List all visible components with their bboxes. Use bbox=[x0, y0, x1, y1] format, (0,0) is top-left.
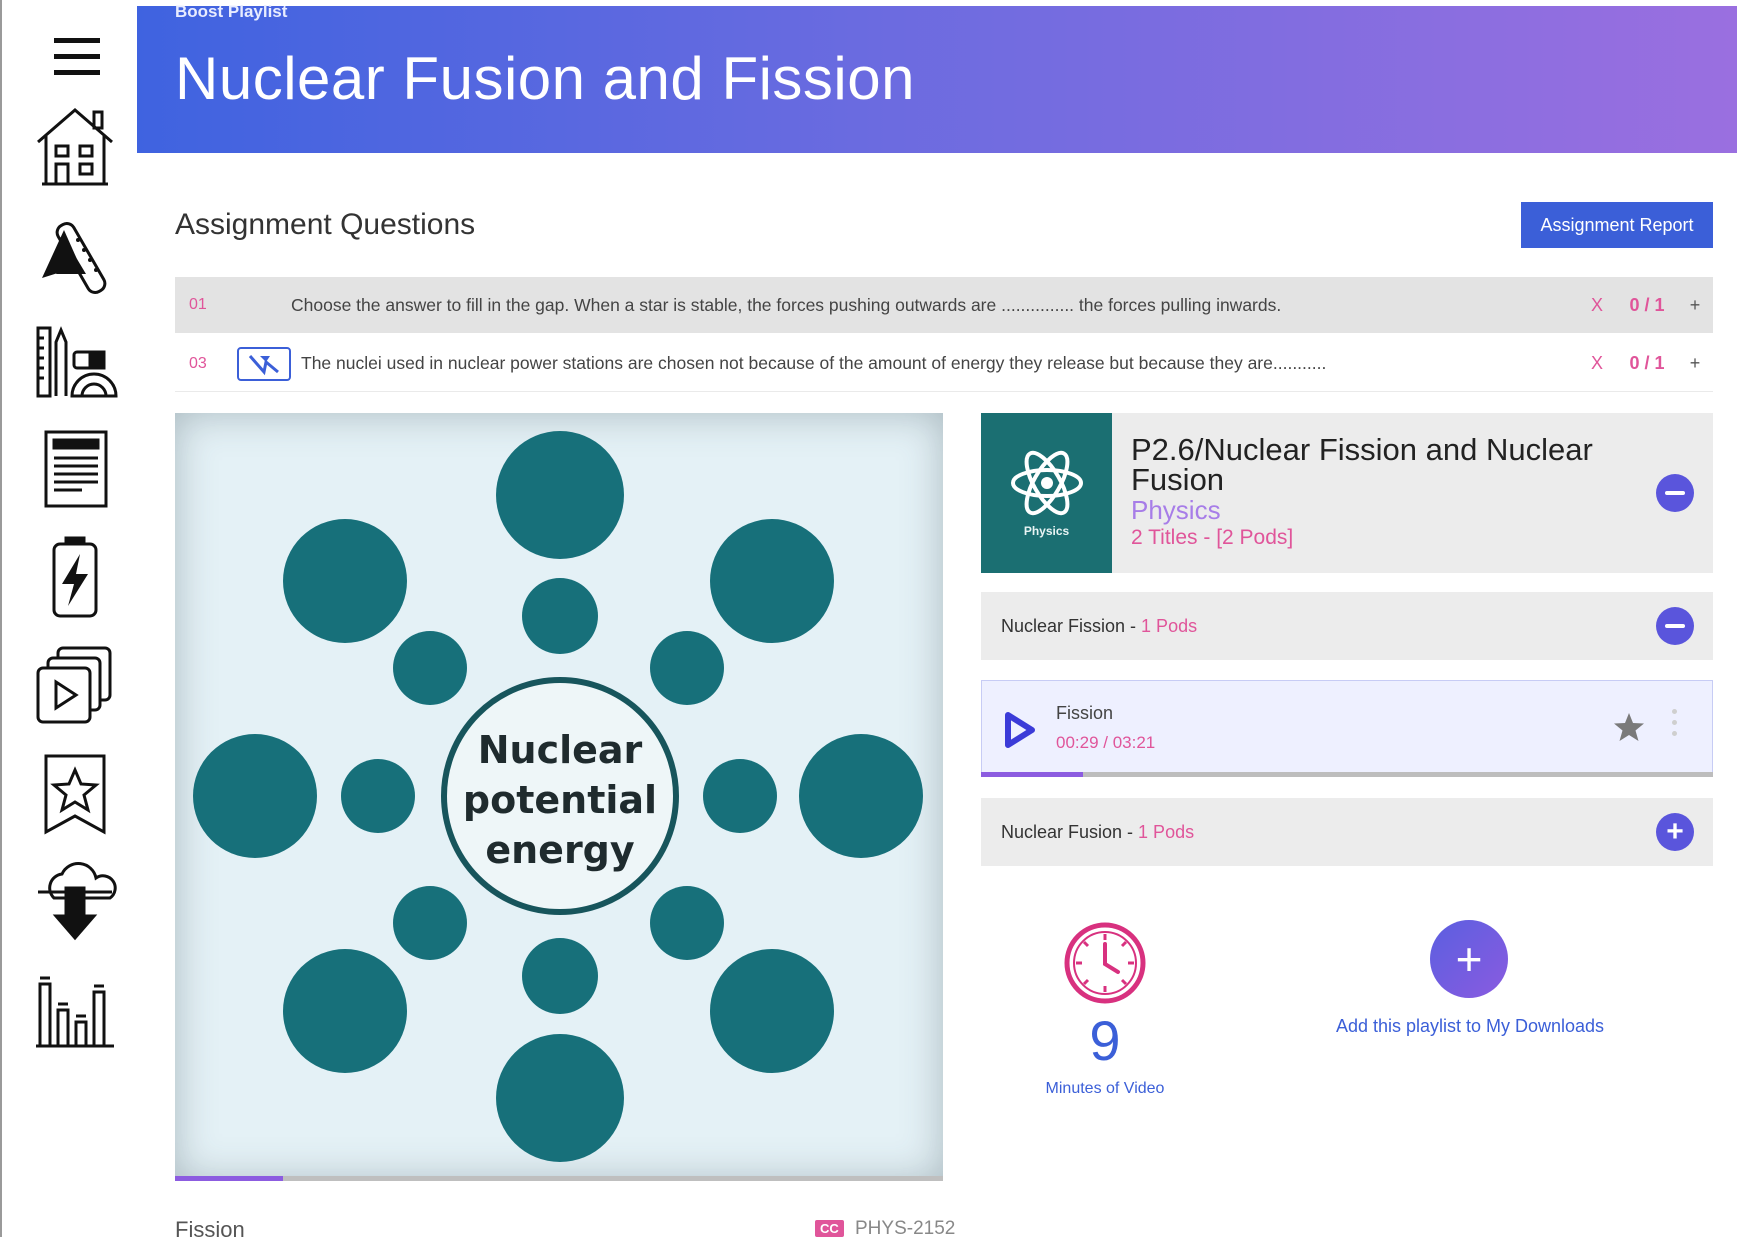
playlist-subject[interactable]: Physics bbox=[1131, 495, 1221, 526]
section-pods: 1 Pods bbox=[1141, 615, 1198, 636]
question-text: The nuclei used in nuclear power station… bbox=[301, 353, 1327, 373]
sidebar-item-stats[interactable] bbox=[30, 964, 120, 1054]
sidebar-item-downloads[interactable] bbox=[30, 856, 120, 946]
minus-icon bbox=[1665, 624, 1685, 628]
sidebar-item-subjects[interactable] bbox=[30, 208, 120, 298]
tools-icon bbox=[36, 326, 118, 398]
assignment-report-button[interactable]: Assignment Report bbox=[1521, 202, 1713, 248]
video-progress-fill bbox=[175, 1176, 283, 1181]
video-list-item[interactable]: Fission 00:29 / 03:21 bbox=[981, 680, 1713, 776]
diagram-label-2: potential bbox=[463, 778, 657, 822]
add-to-downloads-button[interactable]: + bbox=[1430, 920, 1508, 998]
sidebar-item-bookmarks[interactable] bbox=[30, 748, 120, 838]
minus-icon bbox=[1665, 491, 1685, 495]
video-name: Fission bbox=[1056, 703, 1114, 723]
nuclear-diagram: Nuclear potential energy bbox=[193, 431, 923, 1162]
video-library-icon bbox=[36, 646, 112, 724]
video-time: 00:29 / 03:21 bbox=[1056, 733, 1156, 752]
atom-icon bbox=[1010, 450, 1083, 516]
video-progress-bar[interactable] bbox=[175, 1176, 943, 1181]
plus-icon: + bbox=[1666, 815, 1684, 848]
sidebar-item-boost[interactable] bbox=[30, 532, 120, 622]
section-pods: 1 Pods bbox=[1138, 821, 1195, 842]
question-score: 0 / 1 bbox=[1629, 353, 1665, 373]
question-score: 0 / 1 bbox=[1629, 294, 1665, 315]
menu-icon bbox=[54, 38, 100, 75]
diagram-label-3: energy bbox=[485, 828, 635, 872]
sidebar-item-videos[interactable] bbox=[30, 640, 120, 730]
header-kicker: Boost Playlist bbox=[175, 2, 288, 21]
video-code: PHYS-2152 bbox=[855, 1218, 956, 1237]
sidebar-item-worksheets[interactable] bbox=[30, 424, 120, 514]
subjects-icon bbox=[42, 222, 107, 294]
playlist-title: P2.6/Nuclear Fission and Nuclear Fusion bbox=[1131, 432, 1593, 497]
star-icon[interactable] bbox=[1613, 711, 1645, 743]
clock-icon bbox=[1064, 922, 1146, 1004]
video-player[interactable]: Nuclear potential energy bbox=[175, 413, 943, 1181]
sidebar-item-tools[interactable] bbox=[30, 316, 120, 406]
collapse-section-button[interactable] bbox=[1656, 607, 1694, 645]
minutes-label: Minutes of Video bbox=[1045, 1080, 1165, 1097]
question-text: Choose the answer to fill in the gap. Wh… bbox=[291, 294, 1282, 315]
assignment-title: Assignment Questions bbox=[175, 208, 476, 241]
question-row[interactable]: 03 The nuclei used in nuclear power stat… bbox=[175, 336, 1713, 392]
playlist-card: Physics P2.6/Nuclear Fission and Nuclear… bbox=[981, 413, 1713, 573]
home-icon bbox=[37, 108, 113, 186]
sidebar bbox=[0, 0, 137, 1237]
incorrect-mark: X bbox=[1590, 294, 1603, 315]
more-options-icon[interactable] bbox=[1672, 709, 1680, 742]
stats-icon bbox=[36, 976, 114, 1048]
boost-icon bbox=[52, 536, 98, 618]
expand-question-button[interactable]: + bbox=[1677, 295, 1713, 316]
play-icon[interactable] bbox=[1004, 711, 1036, 749]
thumbnail-label: Physics bbox=[1023, 524, 1070, 538]
collapse-playlist-button[interactable] bbox=[1656, 474, 1694, 512]
playlist-thumbnail: Physics bbox=[981, 413, 1112, 573]
section-nuclear-fission[interactable]: Nuclear Fission - 1 Pods bbox=[981, 592, 1713, 660]
add-to-downloads-label[interactable]: Add this playlist to My Downloads bbox=[1290, 1016, 1650, 1037]
question-number: 03 bbox=[189, 354, 207, 372]
page-title: Nuclear Fusion and Fission bbox=[175, 45, 916, 112]
expand-question-button[interactable]: + bbox=[1677, 353, 1713, 374]
bookmark-icon bbox=[44, 754, 106, 835]
question-number: 01 bbox=[189, 296, 207, 313]
question-row[interactable]: 01 Choose the answer to fill in the gap.… bbox=[175, 277, 1713, 333]
incorrect-mark: X bbox=[1590, 353, 1603, 373]
page-header: Boost Playlist Nuclear Fusion and Fissio… bbox=[137, 2, 1737, 153]
plus-icon: + bbox=[1455, 933, 1483, 985]
playlist-count: 2 Titles - [2 Pods] bbox=[1131, 526, 1294, 549]
sidebar-item-home[interactable] bbox=[30, 100, 120, 190]
section-name: Nuclear Fission - bbox=[1001, 615, 1137, 636]
menu-button[interactable] bbox=[30, 12, 120, 102]
video-item-progress-fill bbox=[981, 772, 1084, 777]
boost-question-icon bbox=[237, 346, 291, 381]
download-icon bbox=[38, 862, 117, 941]
minutes-value: 9 bbox=[1089, 1009, 1121, 1072]
cc-badge[interactable]: CC bbox=[815, 1220, 844, 1237]
section-name: Nuclear Fusion - bbox=[1001, 821, 1134, 842]
diagram-label-1: Nuclear bbox=[478, 728, 643, 772]
expand-section-button[interactable]: + bbox=[1656, 813, 1694, 851]
worksheet-icon bbox=[44, 430, 108, 508]
video-caption: Fission bbox=[175, 1217, 245, 1237]
section-nuclear-fusion[interactable]: Nuclear Fusion - 1 Pods + bbox=[981, 798, 1713, 866]
video-item-progress bbox=[981, 772, 1713, 777]
